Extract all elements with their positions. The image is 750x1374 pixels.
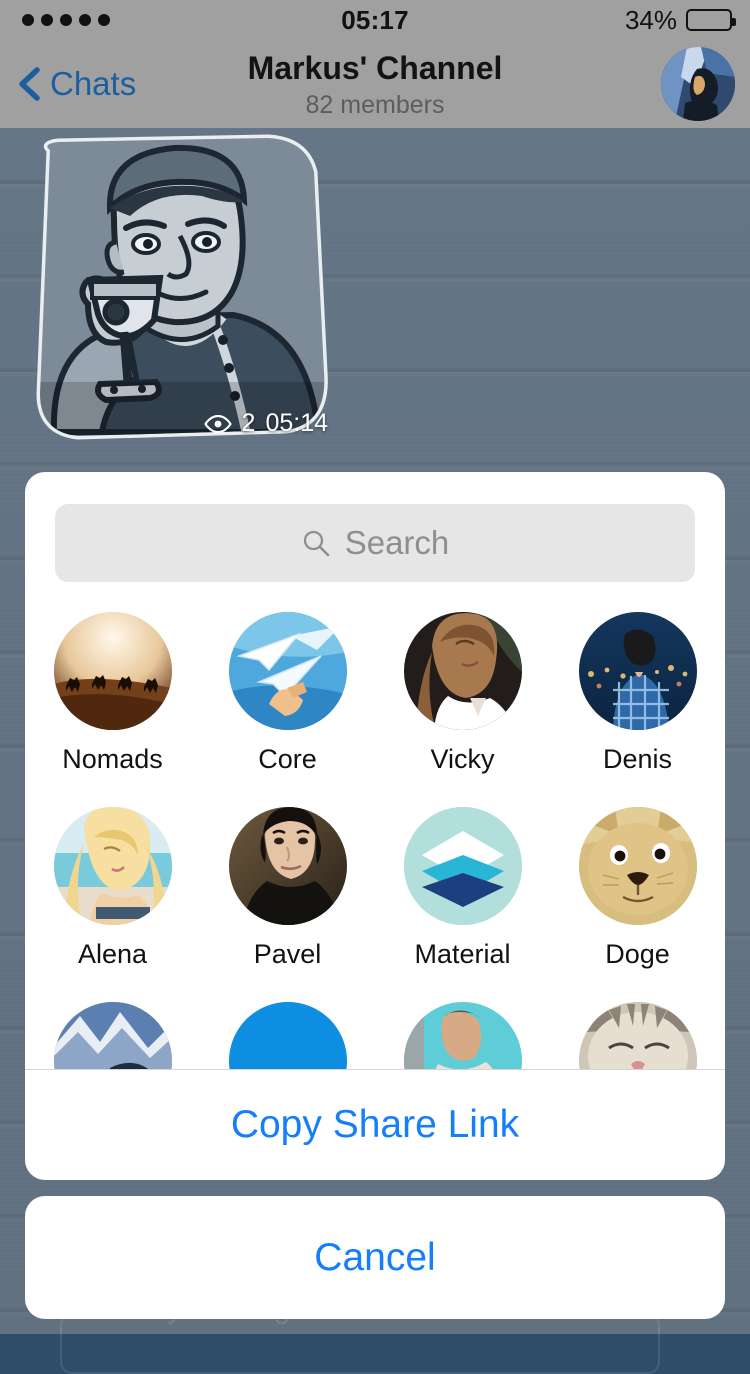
sheet-divider <box>25 1069 725 1070</box>
navigation-bar: Chats Markus' Channel 82 members <box>0 40 750 128</box>
monk-with-goblet-sticker <box>18 132 358 452</box>
contact-name: Alena <box>78 939 147 970</box>
channel-avatar-image <box>661 47 735 121</box>
contact-item[interactable]: Core <box>200 612 375 775</box>
battery-icon <box>686 9 732 31</box>
search-icon <box>301 528 331 558</box>
view-count: 2 <box>242 409 256 438</box>
contact-name: Pavel <box>254 939 322 970</box>
search-input[interactable]: Search <box>55 504 695 582</box>
contact-name: Material <box>414 939 510 970</box>
channel-avatar[interactable] <box>661 47 735 121</box>
battery-indicator: 34% <box>625 5 732 36</box>
contact-item[interactable]: Doge <box>550 807 725 970</box>
page-title: Markus' Channel <box>0 48 750 88</box>
sticker-message[interactable]: 2 05:14 <box>18 132 358 452</box>
blue-solid-avatar <box>229 1002 347 1070</box>
contact-item[interactable] <box>375 1002 550 1070</box>
contact-item[interactable] <box>550 1002 725 1070</box>
search-placeholder: Search <box>345 524 450 562</box>
man-teal-background-avatar <box>404 1002 522 1070</box>
page-subtitle: 82 members <box>0 88 750 122</box>
blonde-beach-avatar <box>54 807 172 925</box>
contact-item[interactable]: Nomads <box>25 612 200 775</box>
status-bar: 05:17 34% <box>0 0 750 40</box>
contact-name: Nomads <box>62 744 163 775</box>
contact-item[interactable]: Alena <box>25 807 200 970</box>
contact-item[interactable]: Denis <box>550 612 725 775</box>
desert-camels-avatar <box>54 612 172 730</box>
copy-share-link-button[interactable]: Copy Share Link <box>25 1070 725 1180</box>
eye-icon <box>204 415 232 433</box>
man-dark-hair-avatar <box>229 807 347 925</box>
share-sheet: Search <box>25 472 725 1180</box>
contact-name: Denis <box>603 744 672 775</box>
contact-name: Doge <box>605 939 670 970</box>
shiba-inu-avatar <box>579 807 697 925</box>
share-sheet-scroll-area[interactable]: Search <box>25 472 725 1070</box>
mountains-avatar <box>54 1002 172 1070</box>
battery-percent-label: 34% <box>625 5 677 36</box>
cat-avatar <box>579 1002 697 1070</box>
background-composer-bar <box>60 1314 660 1374</box>
contact-grid: Nomads Core <box>25 612 725 1070</box>
message-meta: 2 05:14 <box>204 409 328 438</box>
contact-name: Vicky <box>430 744 494 775</box>
contact-item[interactable]: Vicky <box>375 612 550 775</box>
message-time: 05:14 <box>265 409 328 438</box>
nav-title-block[interactable]: Markus' Channel 82 members <box>0 48 750 122</box>
contact-item[interactable]: Material <box>375 807 550 970</box>
woman-portrait-avatar <box>404 612 522 730</box>
material-layers-avatar <box>404 807 522 925</box>
paper-planes-avatar <box>229 612 347 730</box>
contact-name: Core <box>258 744 317 775</box>
man-plaid-shirt-avatar <box>579 612 697 730</box>
contact-item[interactable] <box>25 1002 200 1070</box>
contact-item[interactable] <box>200 1002 375 1070</box>
contact-item[interactable]: Pavel <box>200 807 375 970</box>
cancel-button[interactable]: Cancel <box>25 1196 725 1319</box>
